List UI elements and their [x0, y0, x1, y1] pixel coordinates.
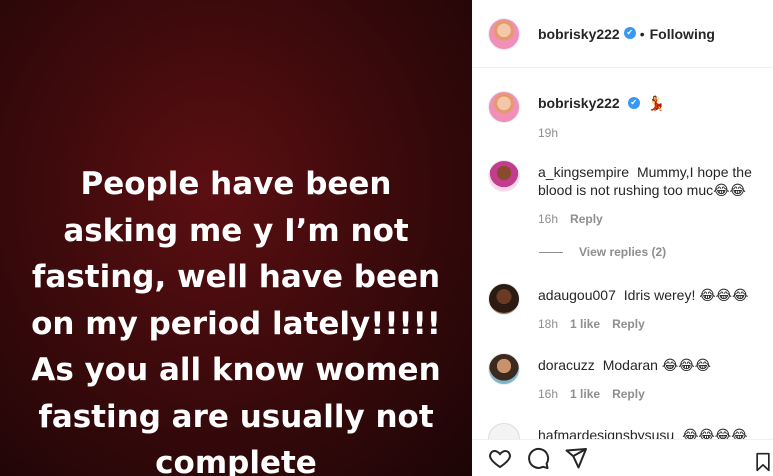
- reply-button[interactable]: Reply: [612, 385, 645, 403]
- author-username[interactable]: bobrisky222: [538, 26, 620, 42]
- comment-item: hafmardesignsbysusu 😂😂😂😂😂: [488, 423, 773, 439]
- comment-likes[interactable]: 1 like: [570, 315, 600, 333]
- comment-timestamp[interactable]: 16h: [538, 385, 558, 403]
- comment-username[interactable]: a_kingsempire: [538, 164, 629, 180]
- comment-username[interactable]: hafmardesignsbysusu: [538, 427, 674, 439]
- caption: bobrisky222 ✔ 💃 19h: [488, 91, 773, 142]
- comment-timestamp[interactable]: 18h: [538, 315, 558, 333]
- comment-item: doracuzz Modaran 😂😂😂 16h 1 like Reply ♡: [488, 353, 773, 403]
- comment-likes[interactable]: 1 like: [570, 385, 600, 403]
- heart-icon[interactable]: [488, 446, 512, 470]
- post-sidebar: bobrisky222 ✔ • Following bobrisky222 ✔ 💃…: [472, 0, 773, 476]
- view-replies-label[interactable]: View replies (2): [579, 245, 666, 259]
- comment-timestamp[interactable]: 16h: [538, 210, 558, 228]
- post-media: People have been asking me y I’m not fas…: [0, 0, 472, 476]
- separator-dot: •: [639, 25, 645, 42]
- comment-username[interactable]: doracuzz: [538, 357, 595, 373]
- comment-icon[interactable]: [526, 446, 550, 470]
- commenter-avatar[interactable]: [488, 353, 520, 385]
- commenter-avatar[interactable]: [488, 423, 520, 439]
- comments-list[interactable]: bobrisky222 ✔ 💃 19h a_kingsempire Mummy,I…: [472, 69, 773, 439]
- comment-username[interactable]: adaugou007: [538, 287, 616, 303]
- verified-badge-icon: ✔: [623, 26, 636, 39]
- post-media-text: People have been asking me y I’m not fas…: [31, 166, 441, 476]
- caption-timestamp[interactable]: 19h: [538, 124, 558, 142]
- comment-text: Modaran 😂😂😂: [602, 357, 711, 373]
- following-button[interactable]: Following: [650, 26, 715, 42]
- post-actions-bar: [472, 439, 773, 476]
- post-header: bobrisky222 ✔ • Following: [472, 0, 773, 68]
- reply-button[interactable]: Reply: [570, 210, 603, 228]
- bookmark-icon[interactable]: [753, 450, 773, 474]
- commenter-avatar[interactable]: [488, 283, 520, 315]
- author-avatar[interactable]: [488, 17, 520, 50]
- share-icon[interactable]: [564, 446, 588, 470]
- comment-item: a_kingsempire Mummy,I hope the blood is …: [488, 160, 773, 228]
- caption-text: 💃: [647, 95, 666, 111]
- view-replies-button[interactable]: View replies (2): [539, 245, 666, 259]
- caption-username[interactable]: bobrisky222: [538, 95, 620, 111]
- comment-item: adaugou007 Idris werey! 😂😂😂 18h 1 like R…: [488, 283, 773, 333]
- view-replies-line: [539, 251, 563, 253]
- verified-badge-icon: ✔: [627, 97, 640, 110]
- reply-button[interactable]: Reply: [612, 315, 645, 333]
- author-avatar[interactable]: [488, 91, 520, 123]
- comment-text: Idris werey! 😂😂😂: [623, 287, 749, 303]
- commenter-avatar[interactable]: [488, 160, 520, 192]
